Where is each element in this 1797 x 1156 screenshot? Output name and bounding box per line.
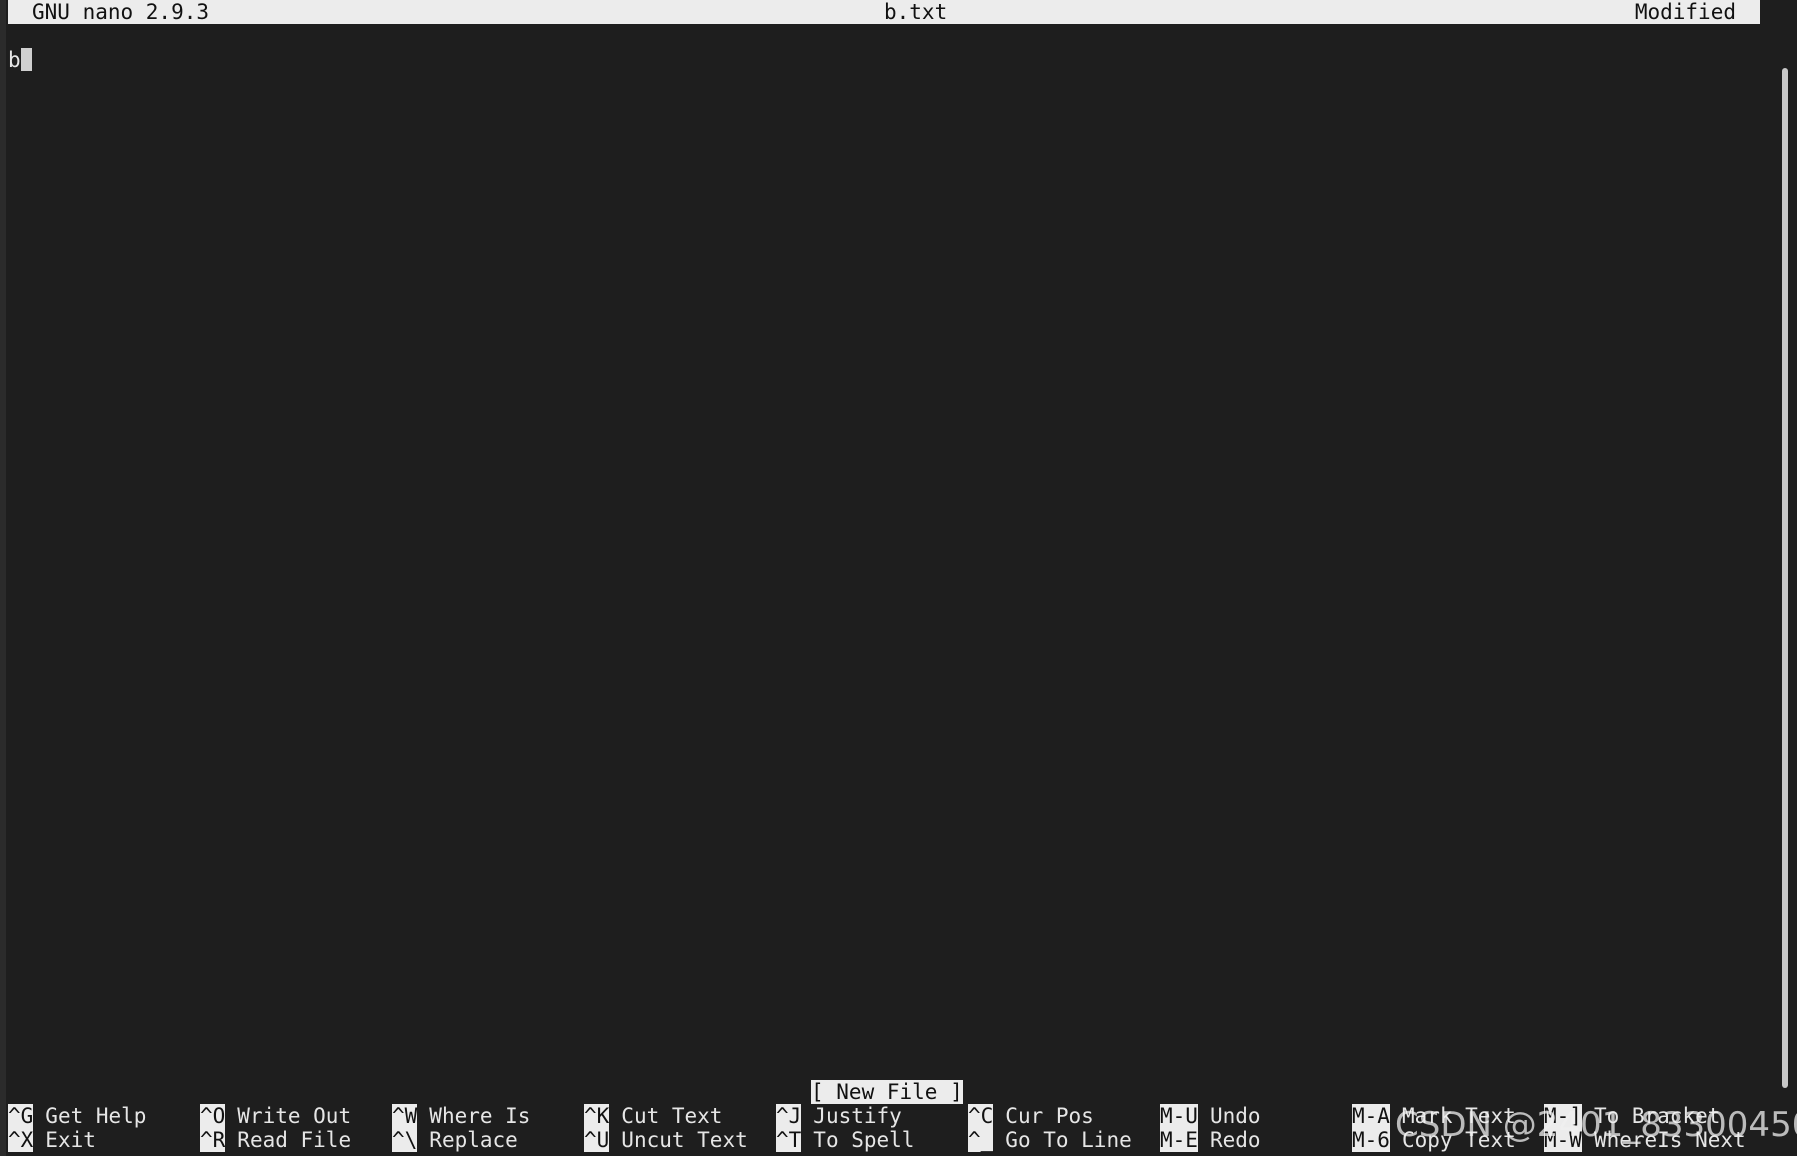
shortcut-read-file[interactable]: ^R Read File: [200, 1128, 351, 1152]
shortcut-replace[interactable]: ^\ Replace: [392, 1128, 518, 1152]
shortcut-label: Cut Text: [621, 1104, 723, 1128]
window-left-edge: [0, 0, 6, 1156]
shortcut-label: Read File: [237, 1128, 352, 1152]
modified-indicator: Modified: [1634, 0, 1736, 24]
file-name: b.txt: [884, 0, 948, 24]
shortcut-go-to-line[interactable]: ^_ Go To Line: [968, 1128, 1132, 1152]
shortcut-label: Where Is: [429, 1104, 531, 1128]
status-message: [ New File ]: [811, 1080, 963, 1104]
text-cursor: [20, 48, 32, 71]
shortcut-uncut-text[interactable]: ^U Uncut Text: [584, 1128, 748, 1152]
shortcut-key: ^\: [392, 1128, 418, 1152]
shortcut-key: ^O: [200, 1104, 226, 1128]
shortcut-key: ^K: [584, 1104, 610, 1128]
shortcut-key: ^X: [8, 1128, 34, 1152]
shortcut-key: ^C: [968, 1104, 994, 1128]
shortcut-to-spell[interactable]: ^T To Spell: [776, 1128, 914, 1152]
shortcut-cur-pos[interactable]: ^C Cur Pos: [968, 1104, 1094, 1128]
shortcut-label: Justify: [813, 1104, 902, 1128]
shortcut-label: Undo: [1209, 1104, 1261, 1128]
shortcut-label: Redo: [1209, 1128, 1261, 1152]
shortcut-cut-text[interactable]: ^K Cut Text: [584, 1104, 722, 1128]
scrollbar-thumb[interactable]: [1782, 68, 1788, 1088]
csdn-watermark: CSDN @2401_83300450: [1395, 1105, 1797, 1145]
terminal-window[interactable]: GNU nano 2.9.3 b.txt Modified b [ New Fi…: [0, 0, 1797, 1156]
shortcut-key: M-U: [1160, 1104, 1198, 1128]
shortcut-key: ^U: [584, 1128, 610, 1152]
vertical-scrollbar[interactable]: [1776, 0, 1797, 1156]
shortcut-redo[interactable]: M-E Redo: [1160, 1128, 1261, 1152]
shortcut-undo[interactable]: M-U Undo: [1160, 1104, 1261, 1128]
shortcut-get-help[interactable]: ^G Get Help: [8, 1104, 146, 1128]
shortcut-exit[interactable]: ^X Exit: [8, 1128, 96, 1152]
shortcut-label: Write Out: [237, 1104, 352, 1128]
shortcut-key: ^_: [968, 1128, 994, 1152]
shortcut-key: ^G: [8, 1104, 34, 1128]
shortcut-key: ^W: [392, 1104, 418, 1128]
shortcut-justify[interactable]: ^J Justify: [776, 1104, 902, 1128]
shortcut-key: M-6: [1352, 1128, 1390, 1152]
shortcut-key: ^R: [200, 1128, 226, 1152]
app-version: GNU nano 2.9.3: [32, 0, 210, 24]
shortcut-label: Go To Line: [1005, 1128, 1132, 1152]
shortcut-label: Uncut Text: [621, 1128, 748, 1152]
shortcut-key: M-E: [1160, 1128, 1198, 1152]
nano-title-bar: GNU nano 2.9.3 b.txt Modified: [8, 0, 1760, 24]
shortcut-where-is[interactable]: ^W Where Is: [392, 1104, 530, 1128]
shortcut-key: ^T: [776, 1128, 802, 1152]
editor-line-1[interactable]: b: [8, 48, 21, 72]
shortcut-key: ^J: [776, 1104, 802, 1128]
shortcut-label: Replace: [429, 1128, 518, 1152]
shortcut-label: Exit: [45, 1128, 96, 1152]
shortcut-label: Cur Pos: [1005, 1104, 1094, 1128]
shortcut-label: Get Help: [45, 1104, 147, 1128]
shortcut-key: M-A: [1352, 1104, 1390, 1128]
shortcut-write-out[interactable]: ^O Write Out: [200, 1104, 351, 1128]
text-editor-area[interactable]: b: [8, 48, 32, 72]
shortcut-label: To Spell: [813, 1128, 915, 1152]
